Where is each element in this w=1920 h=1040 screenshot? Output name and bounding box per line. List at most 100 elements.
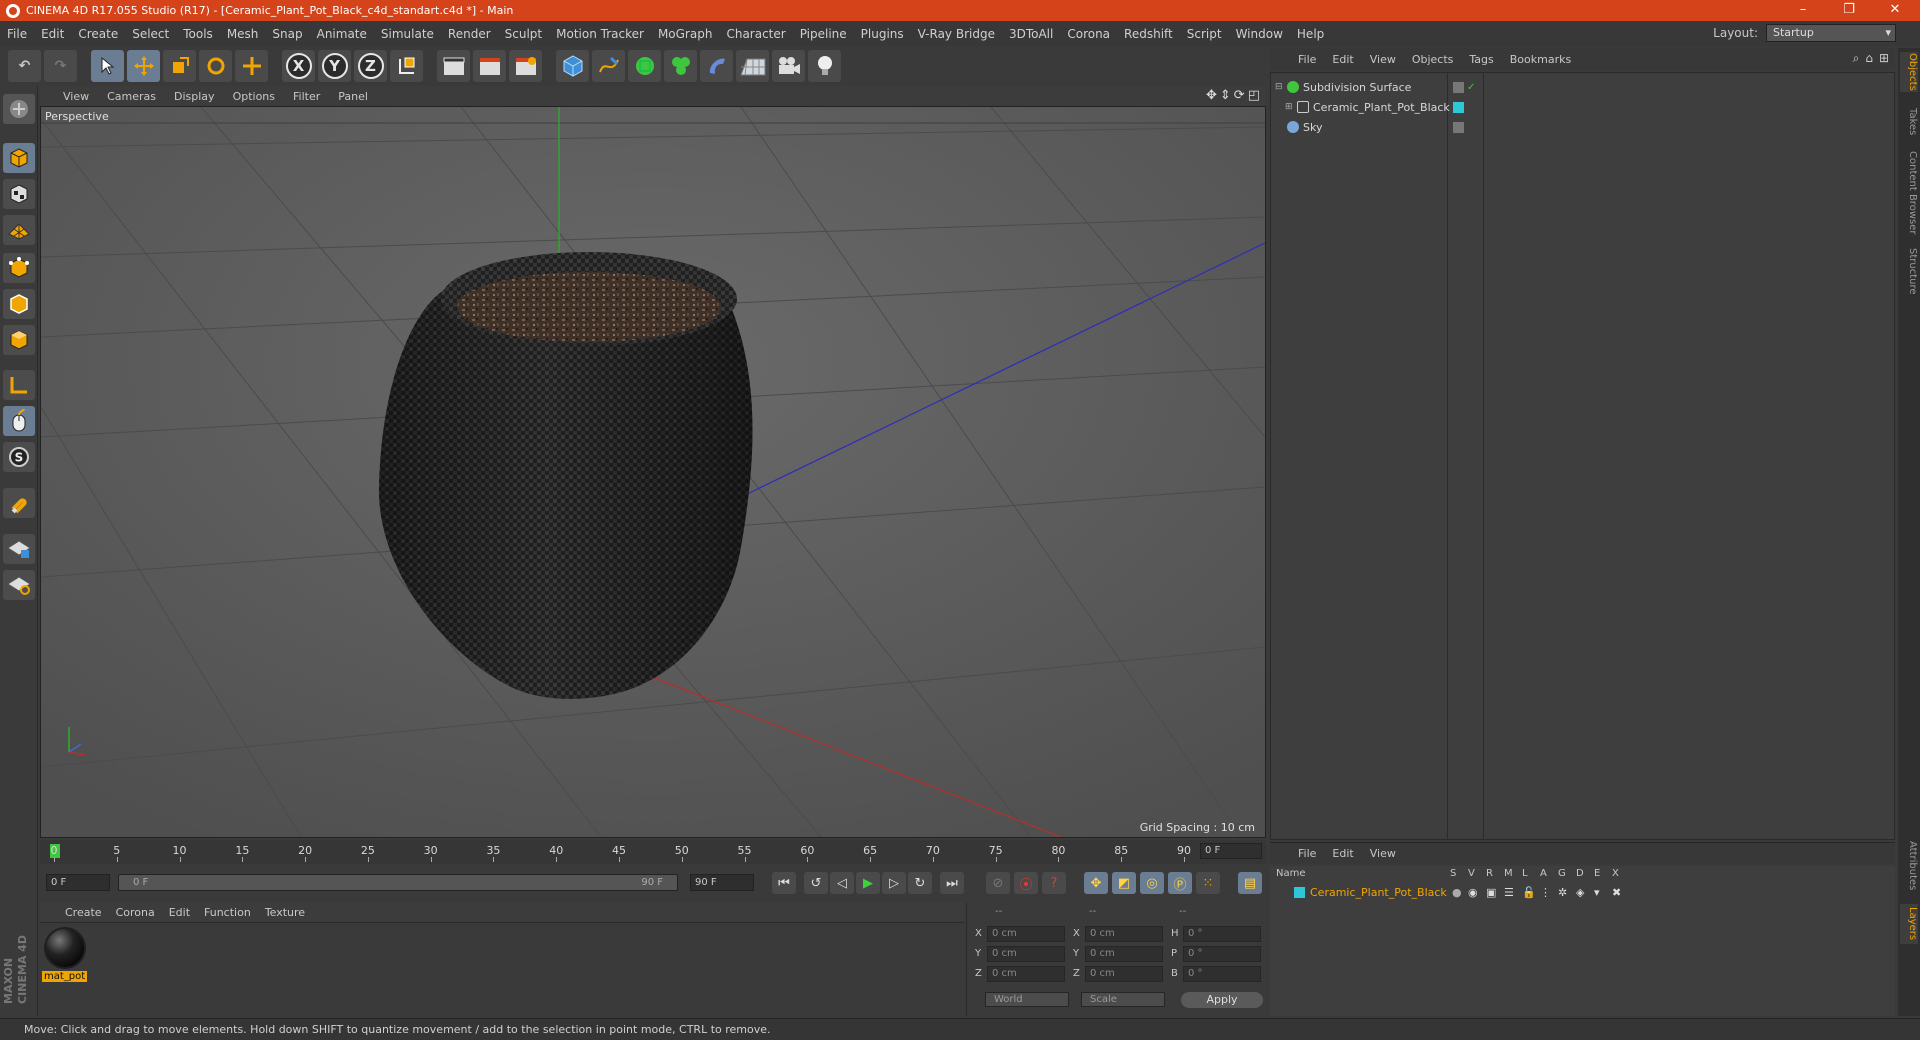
menu-3dtoall[interactable]: 3DToAll	[1002, 27, 1060, 41]
manager-icon[interactable]: ☰	[1504, 886, 1514, 899]
deformers-icon[interactable]: ◈	[1576, 886, 1584, 899]
viewport-menu-panel[interactable]: Panel	[329, 90, 377, 103]
add-deformer-button[interactable]	[700, 50, 733, 82]
material-menu-function[interactable]: Function	[197, 906, 258, 919]
menu-script[interactable]: Script	[1180, 27, 1229, 41]
pan-icon[interactable]: ✥	[1206, 88, 1217, 103]
menu-sculpt[interactable]: Sculpt	[498, 27, 549, 41]
menu-file[interactable]: File	[0, 27, 34, 41]
layer-tag-icon[interactable]	[1453, 81, 1464, 93]
undo-button[interactable]: ↶	[8, 50, 41, 82]
object-name[interactable]: Sky	[1303, 121, 1322, 134]
add-generator-button[interactable]	[628, 50, 661, 82]
expressions-icon[interactable]: ▾	[1594, 886, 1600, 899]
menu-edit[interactable]: Edit	[34, 27, 71, 41]
solo-mode-button[interactable]: S	[3, 442, 35, 472]
menu-character[interactable]: Character	[719, 27, 792, 41]
current-frame-field[interactable]: 0 F	[1200, 843, 1262, 859]
object-row-ceramic-plant-pot[interactable]: ⊞ Ceramic_Plant_Pot_Black	[1271, 97, 1894, 117]
layer-name[interactable]: Ceramic_Plant_Pot_Black	[1310, 886, 1447, 899]
layer-menu-edit[interactable]: Edit	[1324, 847, 1361, 860]
layer-col-m[interactable]: M	[1504, 868, 1513, 879]
model-mode-button[interactable]	[3, 143, 35, 173]
go-to-start-button[interactable]: ⏮	[772, 872, 796, 894]
xref-icon[interactable]: ✖	[1612, 886, 1621, 899]
menu-redshift[interactable]: Redshift	[1117, 27, 1180, 41]
key-position-button[interactable]: ✥	[1084, 872, 1108, 894]
layer-row[interactable]: Ceramic_Plant_Pot_Black ● ◉ ▣ ☰ 🔓 ⋮ ✲ ◈ …	[1270, 882, 1893, 902]
start-frame-field[interactable]: 0 F	[46, 874, 110, 891]
rot-b-field[interactable]: 0 °	[1183, 966, 1261, 982]
minimize-button[interactable]: –	[1780, 0, 1826, 21]
layer-col-g[interactable]: G	[1558, 868, 1566, 879]
search-icon[interactable]: ⌕	[1853, 51, 1860, 66]
coordinate-system-button[interactable]	[390, 50, 423, 82]
collapse-toggle-icon[interactable]: ⊟	[1275, 82, 1283, 92]
layer-col-x[interactable]: X	[1612, 868, 1619, 879]
redo-button[interactable]: ↷	[44, 50, 77, 82]
previous-frame-button[interactable]: ◁	[830, 872, 854, 894]
axis-mode-button[interactable]	[3, 370, 35, 400]
material-menu-edit[interactable]: Edit	[162, 906, 197, 919]
move-tool-button[interactable]	[127, 50, 160, 82]
points-mode-button[interactable]	[3, 253, 35, 283]
layer-col-v[interactable]: V	[1468, 868, 1475, 879]
viewport-menu-view[interactable]: View	[54, 90, 98, 103]
live-selection-button[interactable]	[91, 50, 124, 82]
z-axis-button[interactable]: Z	[354, 50, 387, 82]
object-menu-bookmarks[interactable]: Bookmarks	[1502, 53, 1579, 66]
pos-x-field[interactable]: 0 cm	[987, 926, 1065, 942]
previous-keyframe-button[interactable]: ↺	[804, 872, 828, 894]
timeline-ruler[interactable]: 0 5 10 15 20 25 30 35 40 45 50 55 60 65 70 75 80 85 90 0 F	[40, 840, 1266, 864]
viewport-menu-display[interactable]: Display	[165, 90, 224, 103]
add-mograph-button[interactable]	[664, 50, 697, 82]
layer-col-d[interactable]: D	[1576, 868, 1584, 879]
menu-window[interactable]: Window	[1229, 27, 1290, 41]
menu-mograph[interactable]: MoGraph	[651, 27, 720, 41]
material-name-label[interactable]: mat_pot	[42, 971, 88, 982]
key-parameter-button[interactable]: Ⓟ	[1168, 872, 1192, 894]
render-to-picture-viewer-button[interactable]	[473, 50, 506, 82]
tweak-mode-button[interactable]	[3, 406, 35, 436]
render-icon[interactable]: ▣	[1486, 886, 1496, 899]
menu-help[interactable]: Help	[1290, 27, 1331, 41]
layer-color-swatch[interactable]	[1294, 887, 1305, 898]
expand-toggle-icon[interactable]: ⊞	[1285, 102, 1293, 112]
make-editable-button[interactable]	[3, 94, 35, 124]
generators-icon[interactable]: ✲	[1558, 886, 1567, 899]
add-cube-button[interactable]	[556, 50, 589, 82]
coordinate-space-dropdown[interactable]: World	[985, 992, 1069, 1007]
menu-create[interactable]: Create	[71, 27, 125, 41]
solo-dot-icon[interactable]: ●	[1452, 886, 1462, 899]
tab-attributes[interactable]: Attributes	[1900, 838, 1918, 894]
add-spline-button[interactable]	[592, 50, 625, 82]
record-keys-button[interactable]: ⊘	[986, 872, 1010, 894]
object-row-sky[interactable]: Sky	[1271, 117, 1894, 137]
x-axis-button[interactable]: X	[282, 50, 315, 82]
object-menu-tags[interactable]: Tags	[1461, 53, 1501, 66]
object-menu-objects[interactable]: Objects	[1404, 53, 1462, 66]
visible-eye-icon[interactable]: ◉	[1468, 886, 1478, 899]
layer-color-swatch[interactable]	[1453, 101, 1464, 113]
y-axis-button[interactable]: Y	[318, 50, 351, 82]
menu-snap[interactable]: Snap	[265, 27, 309, 41]
planar-workplane-button[interactable]	[3, 570, 35, 600]
pos-y-field[interactable]: 0 cm	[987, 946, 1065, 962]
object-menu-edit[interactable]: Edit	[1324, 53, 1361, 66]
dolly-icon[interactable]: ⇕	[1220, 88, 1231, 103]
menu-tools[interactable]: Tools	[176, 27, 220, 41]
size-y-field[interactable]: 0 cm	[1085, 946, 1163, 962]
menu-mesh[interactable]: Mesh	[220, 27, 266, 41]
edges-mode-button[interactable]	[3, 289, 35, 319]
next-keyframe-button[interactable]: ↻	[908, 872, 932, 894]
polygons-mode-button[interactable]	[3, 325, 35, 355]
rotate-tool-button[interactable]	[199, 50, 232, 82]
render-view-button[interactable]	[437, 50, 470, 82]
material-menu-texture[interactable]: Texture	[258, 906, 312, 919]
size-z-field[interactable]: 0 cm	[1085, 966, 1163, 982]
layer-col-name[interactable]: Name	[1276, 868, 1306, 879]
menu-select[interactable]: Select	[125, 27, 176, 41]
close-button[interactable]: ✕	[1872, 0, 1918, 21]
layout-dropdown[interactable]: Startup	[1766, 24, 1896, 42]
keyframe-selection-button[interactable]: ?	[1042, 872, 1066, 894]
